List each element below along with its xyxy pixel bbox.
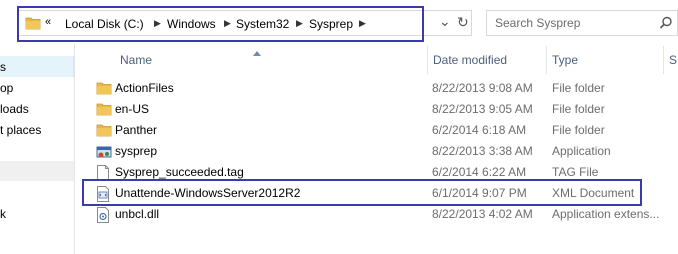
file-name[interactable]: Sysprep_succeeded.tag [115,165,244,179]
dropdown-icon[interactable]: ⌄ [439,13,451,30]
row-highlight-box [82,179,642,206]
folder-icon [96,102,112,119]
file-type: File folder [552,81,605,95]
refresh-icon[interactable]: ↻ [457,14,469,31]
column-header-date[interactable]: Date modified [433,53,507,67]
file-row[interactable]: unbcl.dll 8/22/2013 4:02 AM Application … [82,204,672,225]
nav-item[interactable]: op [0,78,13,98]
column-divider[interactable] [663,46,664,74]
nav-selected-item[interactable] [0,56,74,77]
file-date: 8/22/2013 4:02 AM [432,207,533,221]
file-row[interactable]: en-US 8/22/2013 9:05 AM File folder [82,99,672,120]
column-header-name[interactable]: Name [120,53,152,67]
dll-file-icon [96,207,110,226]
file-date: 6/2/2014 6:18 AM [432,123,527,137]
file-type: TAG File [552,165,599,179]
file-name[interactable]: unbcl.dll [115,207,159,221]
search-input[interactable] [487,11,665,35]
search-icon[interactable] [659,16,673,33]
file-name[interactable]: ActionFiles [115,81,174,95]
file-date: 8/22/2013 9:08 AM [432,81,533,95]
search-box[interactable] [486,10,678,36]
file-name[interactable]: sysprep [115,144,157,158]
file-type: Application [552,144,611,158]
file-date: 8/22/2013 9:05 AM [432,102,533,116]
column-header-size[interactable]: S [669,53,677,67]
column-header-type[interactable]: Type [552,53,578,67]
nav-item[interactable]: t places [0,120,41,140]
application-icon [96,144,112,163]
file-row[interactable]: Panther 6/2/2014 6:18 AM File folder [82,120,672,141]
file-row[interactable]: sysprep 8/22/2013 3:38 AM Application [82,141,672,162]
nav-item[interactable]: loads [0,99,29,119]
column-divider[interactable] [546,46,547,74]
nav-group-header[interactable] [0,161,74,181]
file-name[interactable]: en-US [115,102,149,116]
nav-item[interactable]: k [0,204,6,224]
file-name[interactable]: Panther [115,123,157,137]
file-type: File folder [552,123,605,137]
file-type: File folder [552,102,605,116]
folder-icon [96,81,112,98]
file-row[interactable]: ActionFiles 8/22/2013 9:08 AM File folde… [82,78,672,99]
column-divider[interactable] [427,46,428,74]
file-type: Application extens... [552,207,660,221]
file-date: 6/2/2014 6:22 AM [432,165,527,179]
sort-ascending-icon [253,45,261,59]
file-date: 8/22/2013 3:38 AM [432,144,533,158]
folder-icon [96,123,112,140]
address-highlight-box [17,6,424,42]
nav-item[interactable]: s [0,57,6,77]
